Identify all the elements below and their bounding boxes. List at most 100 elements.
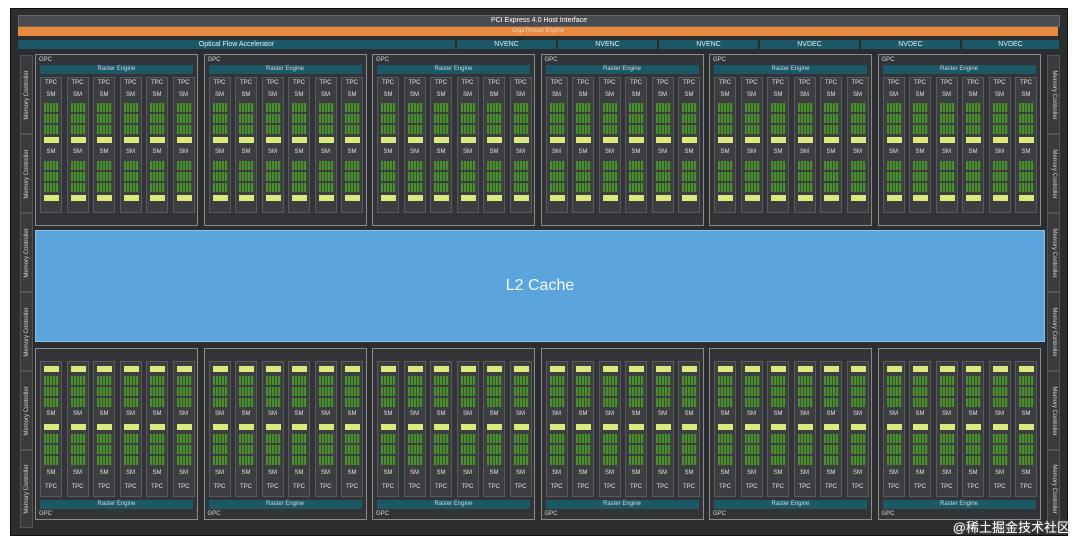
sm-label: SM [73,149,82,155]
sm-core-block [886,103,902,112]
tpc-label: TPC [213,80,226,86]
memory-controller: Memory Controller [1047,134,1060,213]
sm-core-block [434,387,449,396]
sm-core-block [886,398,902,407]
sm-core-block [771,125,786,134]
tpc-label: TPC [825,80,837,86]
sm-label: SM [826,470,836,476]
tpc: TPC SM SM [314,77,337,213]
sm-core-block [513,376,529,385]
sm-core-block [602,172,618,181]
sm-label: SM [99,411,109,417]
sm-core-block [655,445,671,454]
sm-label: SM [684,149,694,155]
sm-label: SM [294,149,304,155]
sm-core-block [318,172,334,181]
sm-label: SM [383,149,393,155]
sm-core-block [913,103,928,112]
tpc-label: TPC [213,484,226,490]
sm-label: SM [215,470,224,476]
sm-core-block [966,445,981,454]
sm-label: SM [968,470,978,476]
sm-core-block [123,114,139,123]
sm-core-block [682,376,697,385]
sm-core-block [939,398,955,407]
sm-label: SM [720,92,730,98]
sm-label: SM [436,149,446,155]
watermark: @稀土掘金技术社区 [952,520,1070,535]
tpc: TPC SM SM [1015,77,1037,213]
sm-label: SM [268,411,277,417]
sm-core-block [629,387,644,396]
gpc-block: GPC Raster Engine SM SM TPC SM SM TPC SM SM TPC SM S… [877,348,1041,520]
l1-cache-bar [992,195,1008,201]
sm-core-block [265,161,281,170]
tpc-label: TPC [514,484,527,490]
sm-core-block [44,445,59,454]
l1-cache-bar [576,137,591,143]
sm-core-block [123,445,139,454]
tpc-label: TPC [346,484,358,490]
sm-label: SM [684,411,694,417]
sm-core-block [886,183,902,192]
l1-cache-bar [460,424,476,430]
sm-core-block [576,125,591,134]
l1-cache-bar [44,424,59,430]
sm-core-block [744,183,760,192]
l1-cache-bar [966,424,981,430]
sm-core-block [345,456,360,465]
tpc: SM SM TPC [572,361,594,497]
tpc: SM SM TPC [146,361,168,497]
memory-controller-label: Memory Controller [23,306,30,357]
sm-label: SM [410,149,419,155]
tpc-label: TPC [461,80,474,86]
sm-core-block [850,114,866,123]
tpc: TPC SM SM [962,77,984,213]
tpc: SM SM TPC [93,361,115,497]
l1-cache-bar [718,137,733,143]
sm-core-block [549,398,565,407]
sm-label: SM [747,92,756,98]
tpc-label: TPC [408,484,421,490]
sm-core-block [824,161,839,170]
sm-core-block [212,445,228,454]
sm-core-block [123,434,139,443]
sm-label: SM [853,411,862,417]
tpc-label: TPC [798,484,811,490]
l1-cache-bar [576,424,591,430]
sm-label: SM [516,149,525,155]
l1-cache-bar [150,195,165,201]
sm-core-block [265,398,281,407]
l1-cache-bar [655,424,671,430]
l1-cache-bar [345,195,360,201]
sm-core-block [381,387,396,396]
memory-controller-label: Memory Controller [1050,464,1057,514]
sm-label: SM [1021,411,1031,417]
sm-core-block [239,114,254,123]
tpc-label: TPC [293,80,305,86]
sm-core-block [434,445,449,454]
sm-core-block [150,376,165,385]
sm-core-block [913,456,928,465]
sm-core-block [744,445,760,454]
sm-core-block [345,183,360,192]
sm-label: SM [605,470,614,476]
sm-core-block [629,103,644,112]
l1-cache-bar [97,195,112,201]
sm-core-block [797,376,813,385]
sm-core-block [602,114,618,123]
sm-core-block [44,172,59,181]
gpc-label: GPC [544,511,558,517]
gpc-label: GPC [39,511,53,517]
l1-cache-bar [629,137,644,143]
sm-core-block [744,387,760,396]
sm-core-block [602,183,618,192]
sm-core-block [381,445,396,454]
tpc-label: TPC [266,484,279,490]
tpc: TPC SM SM [625,77,647,213]
l1-cache-bar [176,424,192,430]
sm-core-block [718,161,733,170]
sm-core-block [576,172,591,181]
sm-core-block [682,125,697,134]
sm-core-block [629,376,644,385]
